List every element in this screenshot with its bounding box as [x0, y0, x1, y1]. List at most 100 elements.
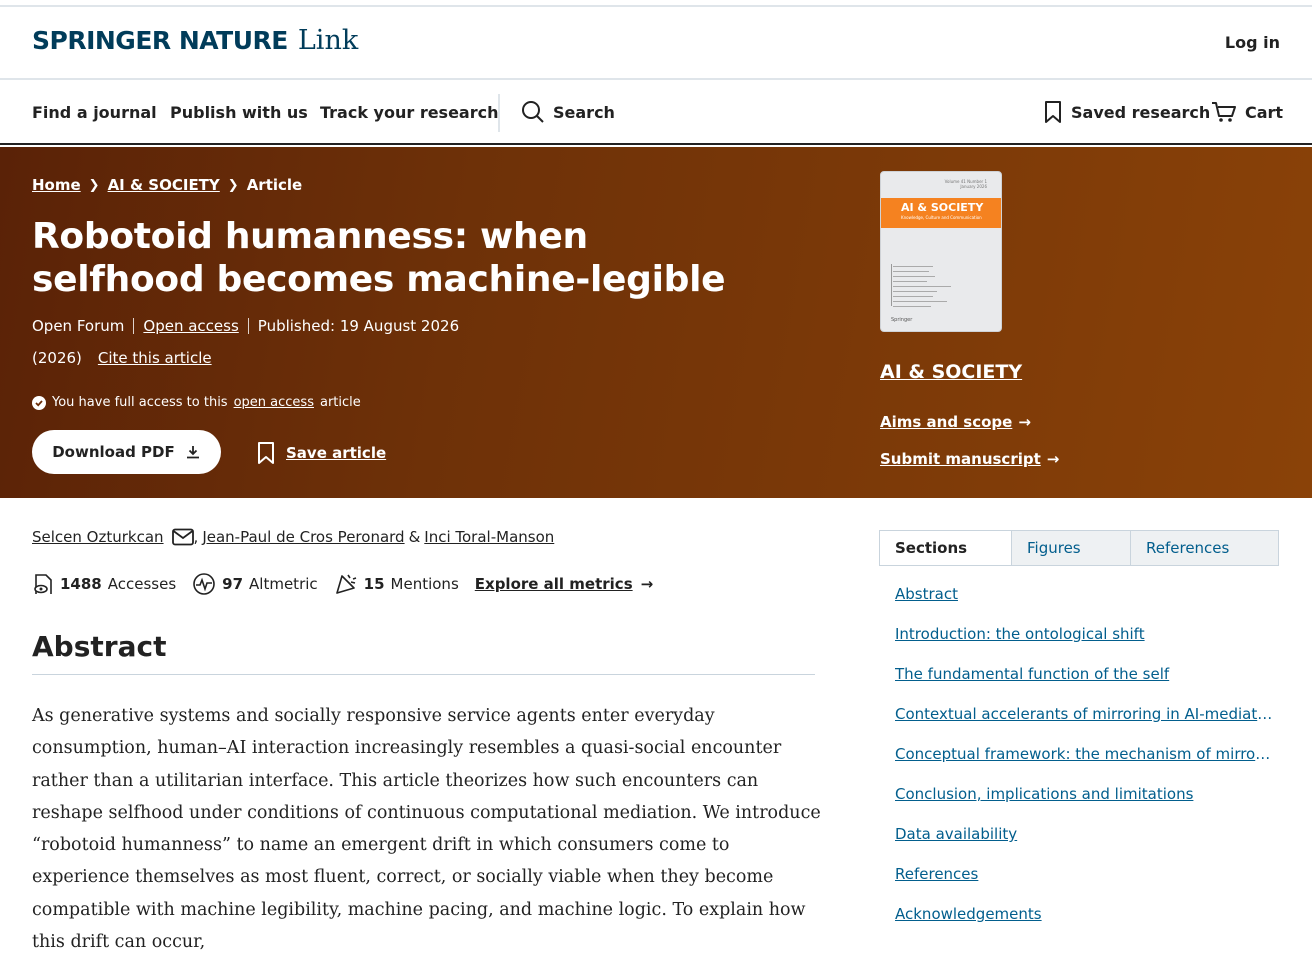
saved-research-label: Saved research — [1071, 102, 1211, 122]
sections-list: Abstract Introduction: the ontological s… — [895, 582, 1275, 942]
cart-label: Cart — [1245, 102, 1284, 122]
site-header: SPRINGER NATURE Link Log in — [0, 7, 1312, 80]
top-border — [0, 0, 1312, 7]
main-nav: Find a journal Publish with us Track you… — [0, 80, 1312, 145]
article-title: Robotoid humanness: when selfhood become… — [32, 216, 726, 300]
cover-publisher: Springer — [891, 317, 913, 323]
email-icon[interactable] — [171, 528, 194, 546]
cover-title-band: AI & SOCIETY Knowledge, Culture and Comm… — [881, 198, 1001, 228]
abstract-heading: Abstract — [32, 630, 167, 663]
login-link[interactable]: Log in — [1225, 33, 1280, 52]
section-link[interactable]: Abstract — [895, 582, 1275, 622]
search-label: Search — [553, 102, 615, 122]
arrow-right-icon: → — [1018, 413, 1031, 431]
springer-nature-link-logo[interactable]: SPRINGER NATURE Link — [32, 25, 358, 56]
cover-subtitle: Knowledge, Culture and Communication — [901, 215, 982, 220]
author-ampersand: & — [408, 528, 421, 546]
nav-track-research[interactable]: Track your research — [320, 103, 499, 122]
meta-divider — [133, 318, 135, 334]
altmetric-icon — [193, 573, 215, 595]
meta-divider — [247, 318, 249, 334]
breadcrumb-home[interactable]: Home — [32, 176, 81, 194]
section-link[interactable]: References — [895, 862, 1275, 902]
author-list: Selcen Ozturkcan , Jean-Paul de Cros Per… — [32, 528, 554, 546]
submit-manuscript-label: Submit manuscript — [880, 450, 1041, 468]
access-suffix: article — [319, 395, 361, 410]
mentions-label: Mentions — [390, 575, 459, 593]
section-link[interactable]: Conceptual framework: the mechanism of m… — [895, 742, 1275, 782]
cover-contents-line — [893, 271, 929, 272]
altmetric-count: 97 — [222, 575, 244, 593]
aims-scope-label: Aims and scope — [880, 413, 1013, 431]
article-year: (2026) — [32, 349, 82, 367]
cover-contents-line — [893, 286, 951, 287]
bookmark-icon — [1045, 101, 1061, 123]
cover-contents-line — [893, 301, 947, 302]
tab-figures[interactable]: Figures — [1011, 531, 1130, 565]
search-button[interactable]: Search — [521, 100, 615, 124]
journal-name-link[interactable]: AI & SOCIETY — [880, 361, 1022, 383]
saved-research-button[interactable]: Saved research — [1043, 100, 1210, 124]
access-open-access-link[interactable]: open access — [234, 395, 314, 410]
cite-article-link[interactable]: Cite this article — [98, 349, 212, 367]
aims-scope-link[interactable]: Aims and scope → — [880, 413, 1031, 431]
author-link[interactable]: Selcen Ozturkcan — [32, 528, 164, 546]
cover-contents-line — [893, 266, 933, 267]
logo-brand: SPRINGER NATURE — [32, 26, 288, 55]
section-link[interactable]: The fundamental function of the self — [895, 662, 1275, 702]
chevron-right-icon: ❯ — [227, 177, 239, 193]
check-circle-icon — [32, 395, 46, 410]
access-notice: You have full access to this open access… — [32, 395, 361, 410]
save-article-label: Save article — [286, 444, 387, 462]
sidebar-tabs: Sections Figures References — [879, 530, 1279, 566]
submit-manuscript-link[interactable]: Submit manuscript → — [880, 450, 1059, 468]
breadcrumb: Home ❯ AI & SOCIETY ❯ Article — [32, 176, 302, 194]
breadcrumb-journal[interactable]: AI & SOCIETY — [108, 176, 220, 194]
author-link[interactable]: Inci Toral-Manson — [424, 528, 554, 546]
breadcrumb-current: Article — [246, 176, 303, 194]
access-prefix: You have full access to this — [52, 395, 228, 410]
abstract-text: As generative systems and socially respo… — [32, 706, 821, 953]
article-hero: Home ❯ AI & SOCIETY ❯ Article Robotoid h… — [0, 147, 1312, 498]
section-link[interactable]: Data availability — [895, 822, 1275, 862]
author-link[interactable]: Jean-Paul de Cros Peronard — [202, 528, 404, 546]
arrow-right-icon: → — [1046, 450, 1060, 468]
open-access-link[interactable]: Open access — [143, 317, 238, 335]
cover-contents-bar — [891, 264, 892, 306]
abstract-divider — [32, 674, 815, 675]
nav-publish[interactable]: Publish with us — [170, 103, 308, 122]
arrow-right-icon: → — [640, 575, 654, 593]
tab-sections[interactable]: Sections — [880, 531, 1011, 565]
article-meta: Open Forum Open access Published: 19 Aug… — [32, 317, 459, 335]
chevron-right-icon: ❯ — [88, 177, 100, 193]
cover-contents-line — [893, 306, 931, 307]
cover-date: January 2026 — [960, 184, 987, 189]
megaphone-icon — [335, 574, 356, 594]
altmetric-label: Altmetric — [249, 575, 318, 593]
explore-metrics-link[interactable]: Explore all metrics → — [475, 575, 653, 593]
cover-contents-line — [893, 281, 927, 282]
download-icon — [186, 446, 199, 459]
nav-find-journal[interactable]: Find a journal — [32, 103, 157, 122]
save-article-button[interactable]: Save article — [256, 441, 386, 465]
cover-contents-line — [893, 296, 933, 297]
section-link[interactable]: Conclusion, implications and limitations — [895, 782, 1275, 822]
nav-divider — [498, 94, 500, 132]
article-type: Open Forum — [32, 317, 125, 335]
accesses-label: Accesses — [107, 575, 177, 593]
download-pdf-button[interactable]: Download PDF — [32, 430, 221, 474]
cover-contents-line — [893, 291, 937, 292]
altmetric-metric: 97 Altmetric — [192, 572, 318, 596]
cart-icon — [1212, 102, 1236, 122]
download-pdf-label: Download PDF — [52, 443, 175, 461]
cover-contents-line — [893, 276, 935, 277]
tab-references[interactable]: References — [1130, 531, 1278, 565]
section-link[interactable]: Contextual accelerants of mirroring in A… — [895, 702, 1275, 742]
section-link[interactable]: Introduction: the ontological shift — [895, 622, 1275, 662]
mentions-count: 15 — [363, 575, 385, 593]
section-link[interactable]: Acknowledgements — [895, 902, 1275, 942]
cart-button[interactable]: Cart — [1211, 100, 1283, 124]
mentions-metric: 15 Mentions — [334, 572, 459, 596]
journal-cover-image[interactable]: Volume 41 Number 1 January 2026 AI & SOC… — [880, 171, 1002, 332]
accesses-icon — [34, 574, 52, 594]
